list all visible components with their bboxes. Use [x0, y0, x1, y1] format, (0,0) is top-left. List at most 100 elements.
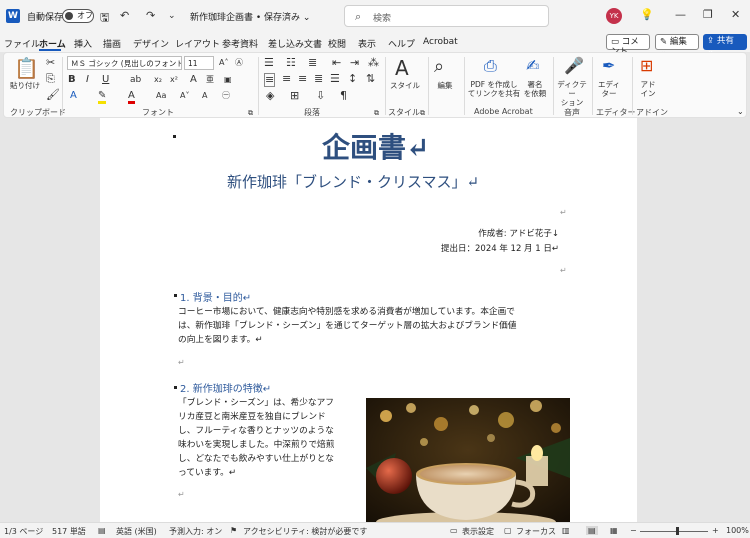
- zoom-in-icon[interactable]: +: [712, 526, 719, 535]
- dictate-label[interactable]: ディクテー ション: [554, 80, 590, 107]
- styles-icon[interactable]: A: [395, 57, 409, 79]
- underline-icon[interactable]: U: [102, 75, 109, 85]
- styles-button-label[interactable]: スタイル: [388, 81, 422, 90]
- read-mode-icon[interactable]: ▥: [562, 526, 570, 535]
- close-icon[interactable]: ✕: [731, 8, 740, 21]
- print-layout-icon[interactable]: ▤: [586, 526, 598, 535]
- zoom-out-icon[interactable]: −: [630, 526, 637, 535]
- multilevel-list-icon[interactable]: ≣: [308, 57, 317, 69]
- tab-review[interactable]: 校閲: [328, 37, 346, 50]
- decrease-indent-icon[interactable]: ⇤: [332, 57, 341, 69]
- document-canvas[interactable]: 企画書↵ 新作珈琲「ブレンド・クリスマス」↵ ↵ 作成者: アドビ花子↓ 提出日…: [0, 118, 750, 522]
- asian-layout-icon[interactable]: ⁂: [368, 57, 379, 69]
- comment-button[interactable]: ▭ コメント: [606, 34, 650, 57]
- strikethrough-icon[interactable]: ab: [130, 75, 141, 85]
- document-page[interactable]: 企画書↵ 新作珈琲「ブレンド・クリスマス」↵ ↵ 作成者: アドビ花子↓ 提出日…: [100, 118, 637, 522]
- text-direction-icon[interactable]: ⇩: [316, 90, 325, 102]
- editor-icon[interactable]: ✒: [602, 57, 615, 75]
- save-icon[interactable]: 🖫: [100, 9, 109, 28]
- microphone-icon[interactable]: 🎤: [564, 57, 584, 75]
- create-pdf-icon[interactable]: ⎙: [484, 57, 497, 75]
- language-status[interactable]: 英語 (米国): [116, 526, 157, 537]
- paste-icon[interactable]: 📋: [14, 57, 39, 79]
- undo-icon[interactable]: ↶: [120, 9, 129, 22]
- lightbulb-icon[interactable]: 💡: [640, 8, 654, 21]
- char-shading-icon[interactable]: A: [202, 91, 207, 101]
- change-case-icon[interactable]: Aa: [156, 91, 166, 101]
- customize-toolbar-icon[interactable]: ⌄: [168, 11, 176, 21]
- copy-icon[interactable]: ⎘: [46, 73, 55, 85]
- superscript-icon[interactable]: x²: [170, 75, 178, 85]
- tab-insert[interactable]: 挿入: [74, 37, 92, 50]
- font-name-combo[interactable]: ＭＳ ゴシック (見出しのフォント - 日: [67, 56, 182, 70]
- italic-icon[interactable]: I: [86, 75, 89, 85]
- share-button[interactable]: ⇪ 共有 ⌄: [703, 34, 747, 56]
- align-right-icon[interactable]: ≡: [298, 73, 307, 85]
- tab-references[interactable]: 参考資料: [222, 37, 258, 50]
- format-painter-icon[interactable]: 🖌: [46, 89, 60, 101]
- align-center-icon[interactable]: ≡: [282, 73, 291, 85]
- paste-label[interactable]: 貼り付け: [9, 81, 41, 90]
- tab-draw[interactable]: 描画: [103, 37, 121, 50]
- tab-layout[interactable]: レイアウト: [175, 37, 220, 50]
- focus-mode[interactable]: フォーカス: [516, 526, 556, 537]
- justify-icon[interactable]: ≣: [314, 73, 323, 85]
- font-size-combo[interactable]: 11: [184, 56, 214, 70]
- display-settings[interactable]: 表示設定: [462, 526, 494, 537]
- grow-font-icon[interactable]: A˄: [219, 58, 228, 68]
- distributed-icon[interactable]: ☰: [330, 73, 340, 85]
- highlight-icon[interactable]: ✎: [98, 91, 107, 104]
- paragraph-dialog-launcher-icon[interactable]: ⧉: [374, 108, 379, 118]
- page-count[interactable]: 1/3 ページ: [4, 526, 43, 537]
- clear-format-icon[interactable]: Ⓐ: [235, 58, 243, 68]
- text-effects-icon[interactable]: A: [190, 75, 197, 85]
- zoom-level[interactable]: 100%: [726, 526, 749, 535]
- zoom-slider-thumb[interactable]: [676, 527, 679, 535]
- subscript-icon[interactable]: x₂: [154, 75, 162, 85]
- numbering-icon[interactable]: ☷: [286, 57, 296, 69]
- sort-icon[interactable]: ⇅: [366, 73, 375, 85]
- proofing-icon[interactable]: ▤: [98, 526, 106, 535]
- show-marks-icon[interactable]: ¶: [340, 90, 347, 102]
- autosave-toggle[interactable]: オフ: [62, 9, 94, 23]
- minimize-icon[interactable]: —: [675, 8, 686, 21]
- styles-dialog-launcher-icon[interactable]: ⧉: [420, 108, 425, 118]
- accessibility-status[interactable]: アクセシビリティ: 検討が必要です: [243, 526, 367, 537]
- font-dialog-launcher-icon[interactable]: ⧉: [248, 108, 253, 118]
- tab-help[interactable]: ヘルプ: [388, 37, 415, 50]
- predict-status[interactable]: 予測入力: オン: [169, 526, 222, 537]
- search-input[interactable]: ⌕ 検索: [344, 5, 549, 27]
- tab-design[interactable]: デザイン: [133, 37, 169, 50]
- shrink-font-icon[interactable]: A˅: [180, 91, 189, 101]
- phonetic-icon[interactable]: 亜: [206, 75, 214, 85]
- create-pdf-label[interactable]: PDF を作成し てリンクを共有: [466, 80, 522, 98]
- restore-icon[interactable]: ❐: [703, 8, 713, 21]
- redo-icon[interactable]: ↷: [146, 9, 155, 22]
- align-left-icon[interactable]: ≡: [264, 73, 276, 87]
- bold-icon[interactable]: B: [68, 75, 76, 85]
- enclose-char-icon[interactable]: ㊀: [222, 91, 230, 101]
- coffee-photo[interactable]: [366, 398, 570, 522]
- tab-acrobat[interactable]: Acrobat: [423, 37, 458, 47]
- edit-mode-button[interactable]: ✎ 編集 ⌄: [655, 34, 699, 57]
- shading-icon[interactable]: ◈: [266, 90, 274, 102]
- find-icon[interactable]: ⌕: [434, 57, 444, 77]
- line-spacing-icon[interactable]: ↕: [348, 73, 357, 85]
- text-effect-icon[interactable]: A: [70, 91, 77, 101]
- char-border-icon[interactable]: ▣: [224, 75, 232, 85]
- editing-button-label[interactable]: 編集: [430, 81, 460, 90]
- avatar[interactable]: YK: [606, 8, 622, 24]
- request-signature-label[interactable]: 署名 を依頼: [520, 80, 550, 98]
- increase-indent-icon[interactable]: ⇥: [350, 57, 359, 69]
- editor-button-label[interactable]: エディ ター: [594, 80, 624, 98]
- zoom-slider[interactable]: [640, 531, 708, 532]
- web-layout-icon[interactable]: ▦: [610, 526, 618, 535]
- word-count[interactable]: 517 単語: [52, 526, 86, 537]
- document-title[interactable]: 新作珈琲企画書 • 保存済み ⌄: [190, 10, 310, 23]
- addins-button-label[interactable]: アド イン: [634, 80, 662, 98]
- borders-icon[interactable]: ⊞: [290, 90, 299, 102]
- tab-file[interactable]: ファイル: [4, 37, 40, 50]
- tab-mailings[interactable]: 差し込み文書: [268, 37, 322, 50]
- addins-icon[interactable]: ⊞: [640, 57, 653, 75]
- collapse-ribbon-icon[interactable]: ⌄: [737, 107, 744, 117]
